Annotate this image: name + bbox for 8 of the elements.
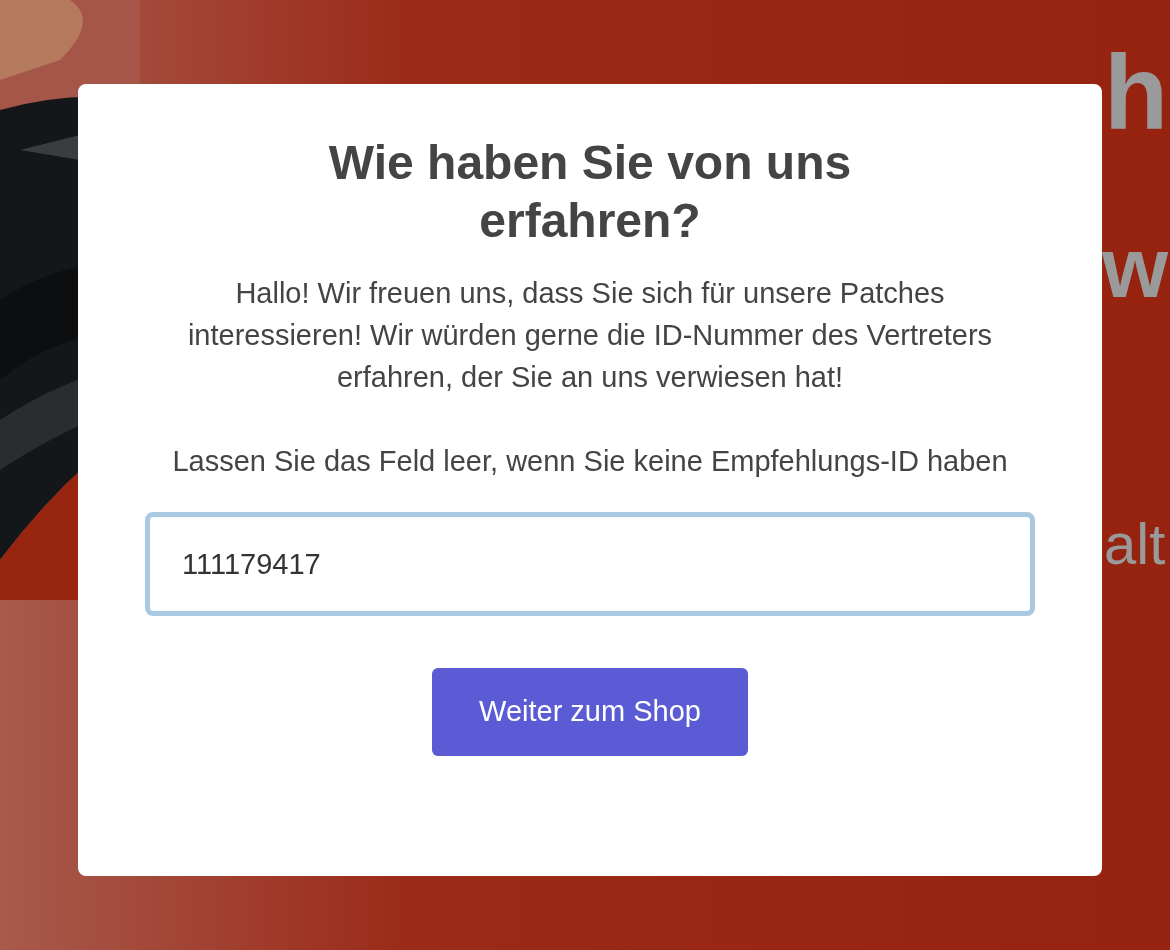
modal-title: Wie haben Sie von uns erfahren? <box>327 135 853 249</box>
subheadline-text: alt <box>1104 515 1166 573</box>
modal-text: Hallo! Wir freuen uns, dass Sie sich für unsere Patches interessieren! Wir würden gerne die ID-Nummer des Vertreters erfahren, der Sie an uns verwiesen hat! <box>186 276 994 395</box>
headline-text: h <box>1104 40 1169 145</box>
modal-text: Lassen Sie das Feld leer, wenn Sie keine Empfehlungs-ID haben <box>171 444 1009 479</box>
continue-button[interactable]: Weiter zum Shop <box>432 668 748 756</box>
referral-id-field[interactable]: 111179417 <box>145 512 1035 616</box>
headline-text: w <box>1102 225 1169 310</box>
